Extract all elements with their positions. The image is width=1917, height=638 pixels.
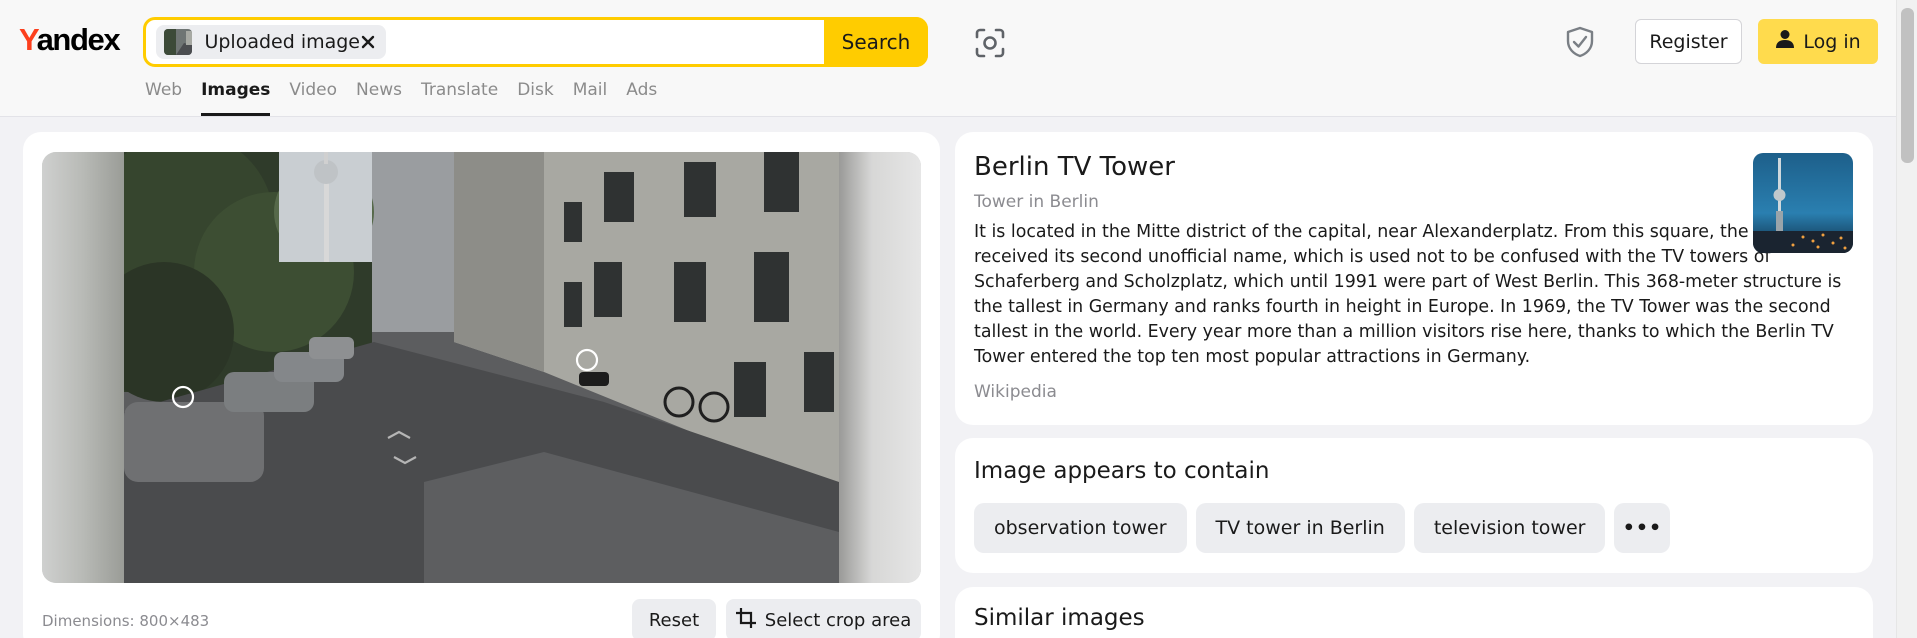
similar-images-title: Similar images <box>974 605 1145 631</box>
select-crop-area-button[interactable]: Select crop area <box>726 599 921 638</box>
image-viewer[interactable] <box>42 152 921 583</box>
blurred-edge-right <box>839 152 921 583</box>
nav-video[interactable]: Video <box>289 78 337 116</box>
uploaded-image-chip: Uploaded image <box>156 25 386 59</box>
uploaded-image-thumbnail <box>164 29 193 55</box>
nav-disk[interactable]: Disk <box>517 78 554 116</box>
yandex-logo[interactable]: Yandex <box>19 18 121 62</box>
entity-info-card: Berlin TV Tower Tower in Berlin It is lo… <box>955 132 1873 425</box>
login-label: Log in <box>1803 30 1861 53</box>
uploaded-photo <box>94 152 839 583</box>
page-scrollbar[interactable] <box>1896 0 1917 638</box>
nav-images[interactable]: Images <box>201 78 271 116</box>
camera-lens-icon[interactable] <box>972 25 1008 61</box>
more-tags-button[interactable]: ••• <box>1614 503 1671 553</box>
search-bar[interactable]: Uploaded image Search <box>143 17 928 67</box>
nav-ads[interactable]: Ads <box>626 78 657 116</box>
tag-item[interactable]: observation tower <box>974 503 1187 553</box>
image-dimensions: Dimensions: 800×483 <box>42 612 210 630</box>
nav-translate[interactable]: Translate <box>421 78 498 116</box>
service-nav: Web Images Video News Translate Disk Mai… <box>145 78 676 116</box>
scrollbar-thumb[interactable] <box>1901 8 1914 163</box>
login-button[interactable]: Log in <box>1758 19 1878 64</box>
entity-description: It is located in the Mitte district of t… <box>974 222 1842 367</box>
image-contains-title: Image appears to contain <box>974 458 1270 484</box>
header: Yandex Uploaded image Search Web Images … <box>0 0 1917 117</box>
tag-item[interactable]: television tower <box>1413 503 1606 553</box>
crop-icon <box>735 607 756 633</box>
blurred-edge-left <box>42 152 124 583</box>
shield-check-icon[interactable] <box>1564 25 1596 59</box>
entity-source-link[interactable]: Wikipedia <box>974 382 1057 402</box>
close-icon[interactable] <box>360 33 376 51</box>
image-contains-card: Image appears to contain observation tow… <box>955 438 1873 573</box>
tag-item[interactable]: TV tower in Berlin <box>1195 503 1405 553</box>
uploaded-image-label: Uploaded image <box>204 31 360 53</box>
user-icon <box>1775 29 1795 54</box>
tag-list: observation tower TV tower in Berlin tel… <box>974 503 1671 553</box>
nav-news[interactable]: News <box>356 78 402 116</box>
similar-images-card: Similar images <box>955 587 1873 638</box>
entity-thumbnail[interactable] <box>1753 153 1853 253</box>
entity-title[interactable]: Berlin TV Tower <box>974 152 1175 182</box>
nav-mail[interactable]: Mail <box>573 78 608 116</box>
nav-web[interactable]: Web <box>145 78 182 116</box>
image-viewer-card: Dimensions: 800×483 Reset Select crop ar… <box>23 132 940 638</box>
register-button[interactable]: Register <box>1635 19 1742 64</box>
reset-button[interactable]: Reset <box>632 599 716 638</box>
crop-label: Select crop area <box>764 609 912 631</box>
search-button[interactable]: Search <box>824 17 928 67</box>
entity-subtitle: Tower in Berlin <box>974 192 1099 212</box>
